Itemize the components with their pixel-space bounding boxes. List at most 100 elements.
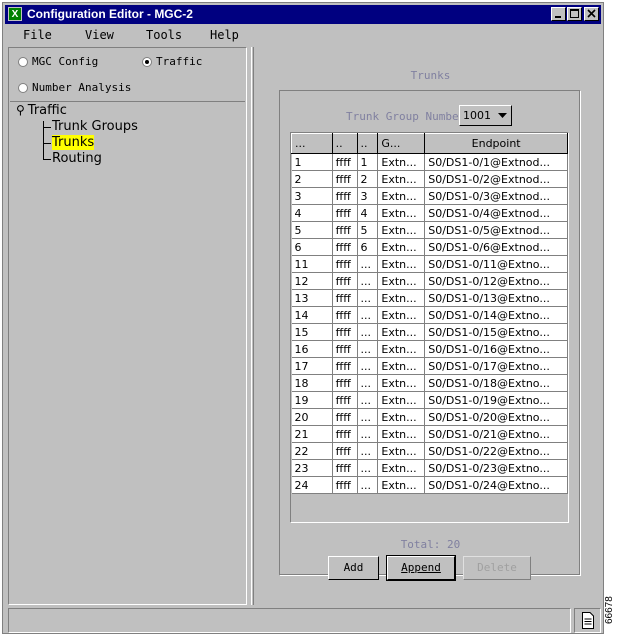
table-cell[interactable]: Extn... [377, 204, 426, 222]
table-cell[interactable]: 20 [291, 408, 333, 426]
table-cell[interactable]: S0/DS1-0/24@Extno... [424, 476, 568, 494]
table-cell[interactable]: Extn... [377, 221, 426, 239]
table-row[interactable]: 18 ffff... Extn... S0/DS1-0/18@Extno... [291, 374, 568, 392]
table-cell[interactable]: ffff [332, 272, 358, 290]
table-row[interactable]: 3 ffff 3 Extn... S0/DS1-0/3@Extnod... [291, 187, 568, 205]
table-cell[interactable]: Extn... [377, 255, 426, 273]
table-row[interactable]: 5 ffff 5 Extn... S0/DS1-0/5@Extnod... [291, 221, 568, 239]
table-cell[interactable]: Extn... [377, 357, 426, 375]
tree-node-trunks[interactable]: Trunks [52, 135, 95, 150]
table-cell[interactable]: Extn... [377, 306, 426, 324]
table-cell[interactable]: Extn... [377, 238, 426, 256]
table-cell[interactable]: S0/DS1-0/5@Extnod... [424, 221, 568, 239]
table-cell[interactable]: ... [357, 357, 379, 375]
radio-mgc-config-indicator[interactable] [18, 57, 28, 67]
table-cell[interactable]: 2 [291, 170, 333, 188]
table-cell[interactable]: ffff [332, 238, 358, 256]
table-cell[interactable]: S0/DS1-0/17@Extno... [424, 357, 568, 375]
table-cell[interactable]: ffff [332, 357, 358, 375]
table-cell[interactable]: ... [357, 289, 379, 307]
table-cell[interactable]: ... [357, 306, 379, 324]
menu-tools[interactable]: Tools [146, 28, 182, 42]
table-cell[interactable]: ffff [332, 170, 358, 188]
table-cell[interactable]: S0/DS1-0/13@Extno... [424, 289, 568, 307]
table-row[interactable]: 16 ffff... Extn... S0/DS1-0/16@Extno... [291, 340, 568, 358]
table-cell[interactable]: 5 [357, 221, 379, 239]
table-cell[interactable]: Extn... [377, 459, 426, 477]
table-cell[interactable]: S0/DS1-0/16@Extno... [424, 340, 568, 358]
table-cell[interactable]: ... [357, 374, 379, 392]
table-cell[interactable]: S0/DS1-0/12@Extno... [424, 272, 568, 290]
table-cell[interactable]: ... [357, 425, 379, 443]
table-cell[interactable]: 5 [291, 221, 333, 239]
table-row[interactable]: 17 ffff... Extn... S0/DS1-0/17@Extno... [291, 357, 568, 375]
tree-node-routing[interactable]: Routing [52, 151, 102, 166]
table-row[interactable]: 20 ffff... Extn... S0/DS1-0/20@Extno... [291, 408, 568, 426]
table-row[interactable]: 13 ffff... Extn... S0/DS1-0/13@Extno... [291, 289, 568, 307]
table-row[interactable]: 19 ffff... Extn... S0/DS1-0/19@Extno... [291, 391, 568, 409]
table-cell[interactable]: ffff [332, 289, 358, 307]
table-cell[interactable]: 18 [291, 374, 333, 392]
column-header[interactable]: .. [331, 133, 358, 154]
append-button[interactable]: Append [386, 555, 456, 581]
table-cell[interactable]: ffff [332, 476, 358, 494]
delete-button[interactable]: Delete [463, 556, 531, 580]
column-header-endpoint[interactable]: Endpoint [424, 133, 568, 154]
table-cell[interactable]: 15 [291, 323, 333, 341]
column-header[interactable]: G... [377, 133, 426, 154]
table-row[interactable]: 21 ffff... Extn... S0/DS1-0/21@Extno... [291, 425, 568, 443]
table-cell[interactable]: Extn... [377, 272, 426, 290]
table-cell[interactable]: 17 [291, 357, 333, 375]
table-row[interactable]: 22 ffff... Extn... S0/DS1-0/22@Extno... [291, 442, 568, 460]
table-cell[interactable]: Extn... [377, 187, 426, 205]
tree-node-traffic[interactable]: ⚲ Traffic [16, 103, 67, 118]
panel-splitter[interactable] [251, 47, 254, 605]
table-cell[interactable]: ffff [332, 204, 358, 222]
table-cell[interactable]: 1 [291, 153, 333, 171]
table-cell[interactable]: Extn... [377, 391, 426, 409]
column-header[interactable]: ... [291, 133, 333, 154]
table-cell[interactable]: 14 [291, 306, 333, 324]
table-cell[interactable]: Extn... [377, 408, 426, 426]
table-cell[interactable]: Extn... [377, 289, 426, 307]
table-cell[interactable]: ... [357, 408, 379, 426]
table-cell[interactable]: Extn... [377, 425, 426, 443]
minimize-button[interactable] [551, 7, 566, 21]
table-cell[interactable]: Extn... [377, 374, 426, 392]
table-row[interactable]: 2 ffff 2 Extn... S0/DS1-0/2@Extnod... [291, 170, 568, 188]
table-cell[interactable]: Extn... [377, 153, 426, 171]
table-cell[interactable]: ... [357, 323, 379, 341]
radio-number-analysis-indicator[interactable] [18, 83, 28, 93]
table-row[interactable]: 4 ffff 4 Extn... S0/DS1-0/4@Extnod... [291, 204, 568, 222]
table-cell[interactable]: 3 [291, 187, 333, 205]
table-row[interactable]: 6 ffff 6 Extn... S0/DS1-0/6@Extnod... [291, 238, 568, 256]
table-cell[interactable]: Extn... [377, 323, 426, 341]
trunks-table-container[interactable]: ... .. .. G... Endpoint 1 ffff 1 Extn... S0/… [290, 132, 569, 523]
radio-traffic-indicator[interactable] [142, 57, 152, 67]
table-row[interactable]: 15 ffff... Extn... S0/DS1-0/15@Extno... [291, 323, 568, 341]
table-row[interactable]: 12 ffff... Extn... S0/DS1-0/12@Extno... [291, 272, 568, 290]
table-cell[interactable]: 4 [291, 204, 333, 222]
table-cell[interactable]: ffff [332, 255, 358, 273]
column-header[interactable]: .. [356, 133, 379, 154]
table-cell[interactable]: 16 [291, 340, 333, 358]
table-cell[interactable]: S0/DS1-0/20@Extno... [424, 408, 568, 426]
table-cell[interactable]: 4 [357, 204, 379, 222]
table-cell[interactable]: S0/DS1-0/19@Extno... [424, 391, 568, 409]
tree-node-trunk-groups[interactable]: Trunk Groups [52, 119, 138, 134]
table-cell[interactable]: ffff [332, 323, 358, 341]
table-cell[interactable]: Extn... [377, 476, 426, 494]
table-cell[interactable]: 23 [291, 459, 333, 477]
table-cell[interactable]: 3 [357, 187, 379, 205]
table-cell[interactable]: S0/DS1-0/2@Extnod... [424, 170, 568, 188]
table-cell[interactable]: S0/DS1-0/11@Extno... [424, 255, 568, 273]
status-document-button[interactable] [574, 608, 601, 633]
table-cell[interactable]: 2 [357, 170, 379, 188]
table-cell[interactable]: ffff [332, 306, 358, 324]
menu-help[interactable]: Help [210, 28, 239, 42]
table-cell[interactable]: ... [357, 459, 379, 477]
table-cell[interactable]: ffff [332, 391, 358, 409]
table-cell[interactable]: ffff [332, 374, 358, 392]
table-cell[interactable]: ... [357, 340, 379, 358]
table-cell[interactable]: Extn... [377, 442, 426, 460]
